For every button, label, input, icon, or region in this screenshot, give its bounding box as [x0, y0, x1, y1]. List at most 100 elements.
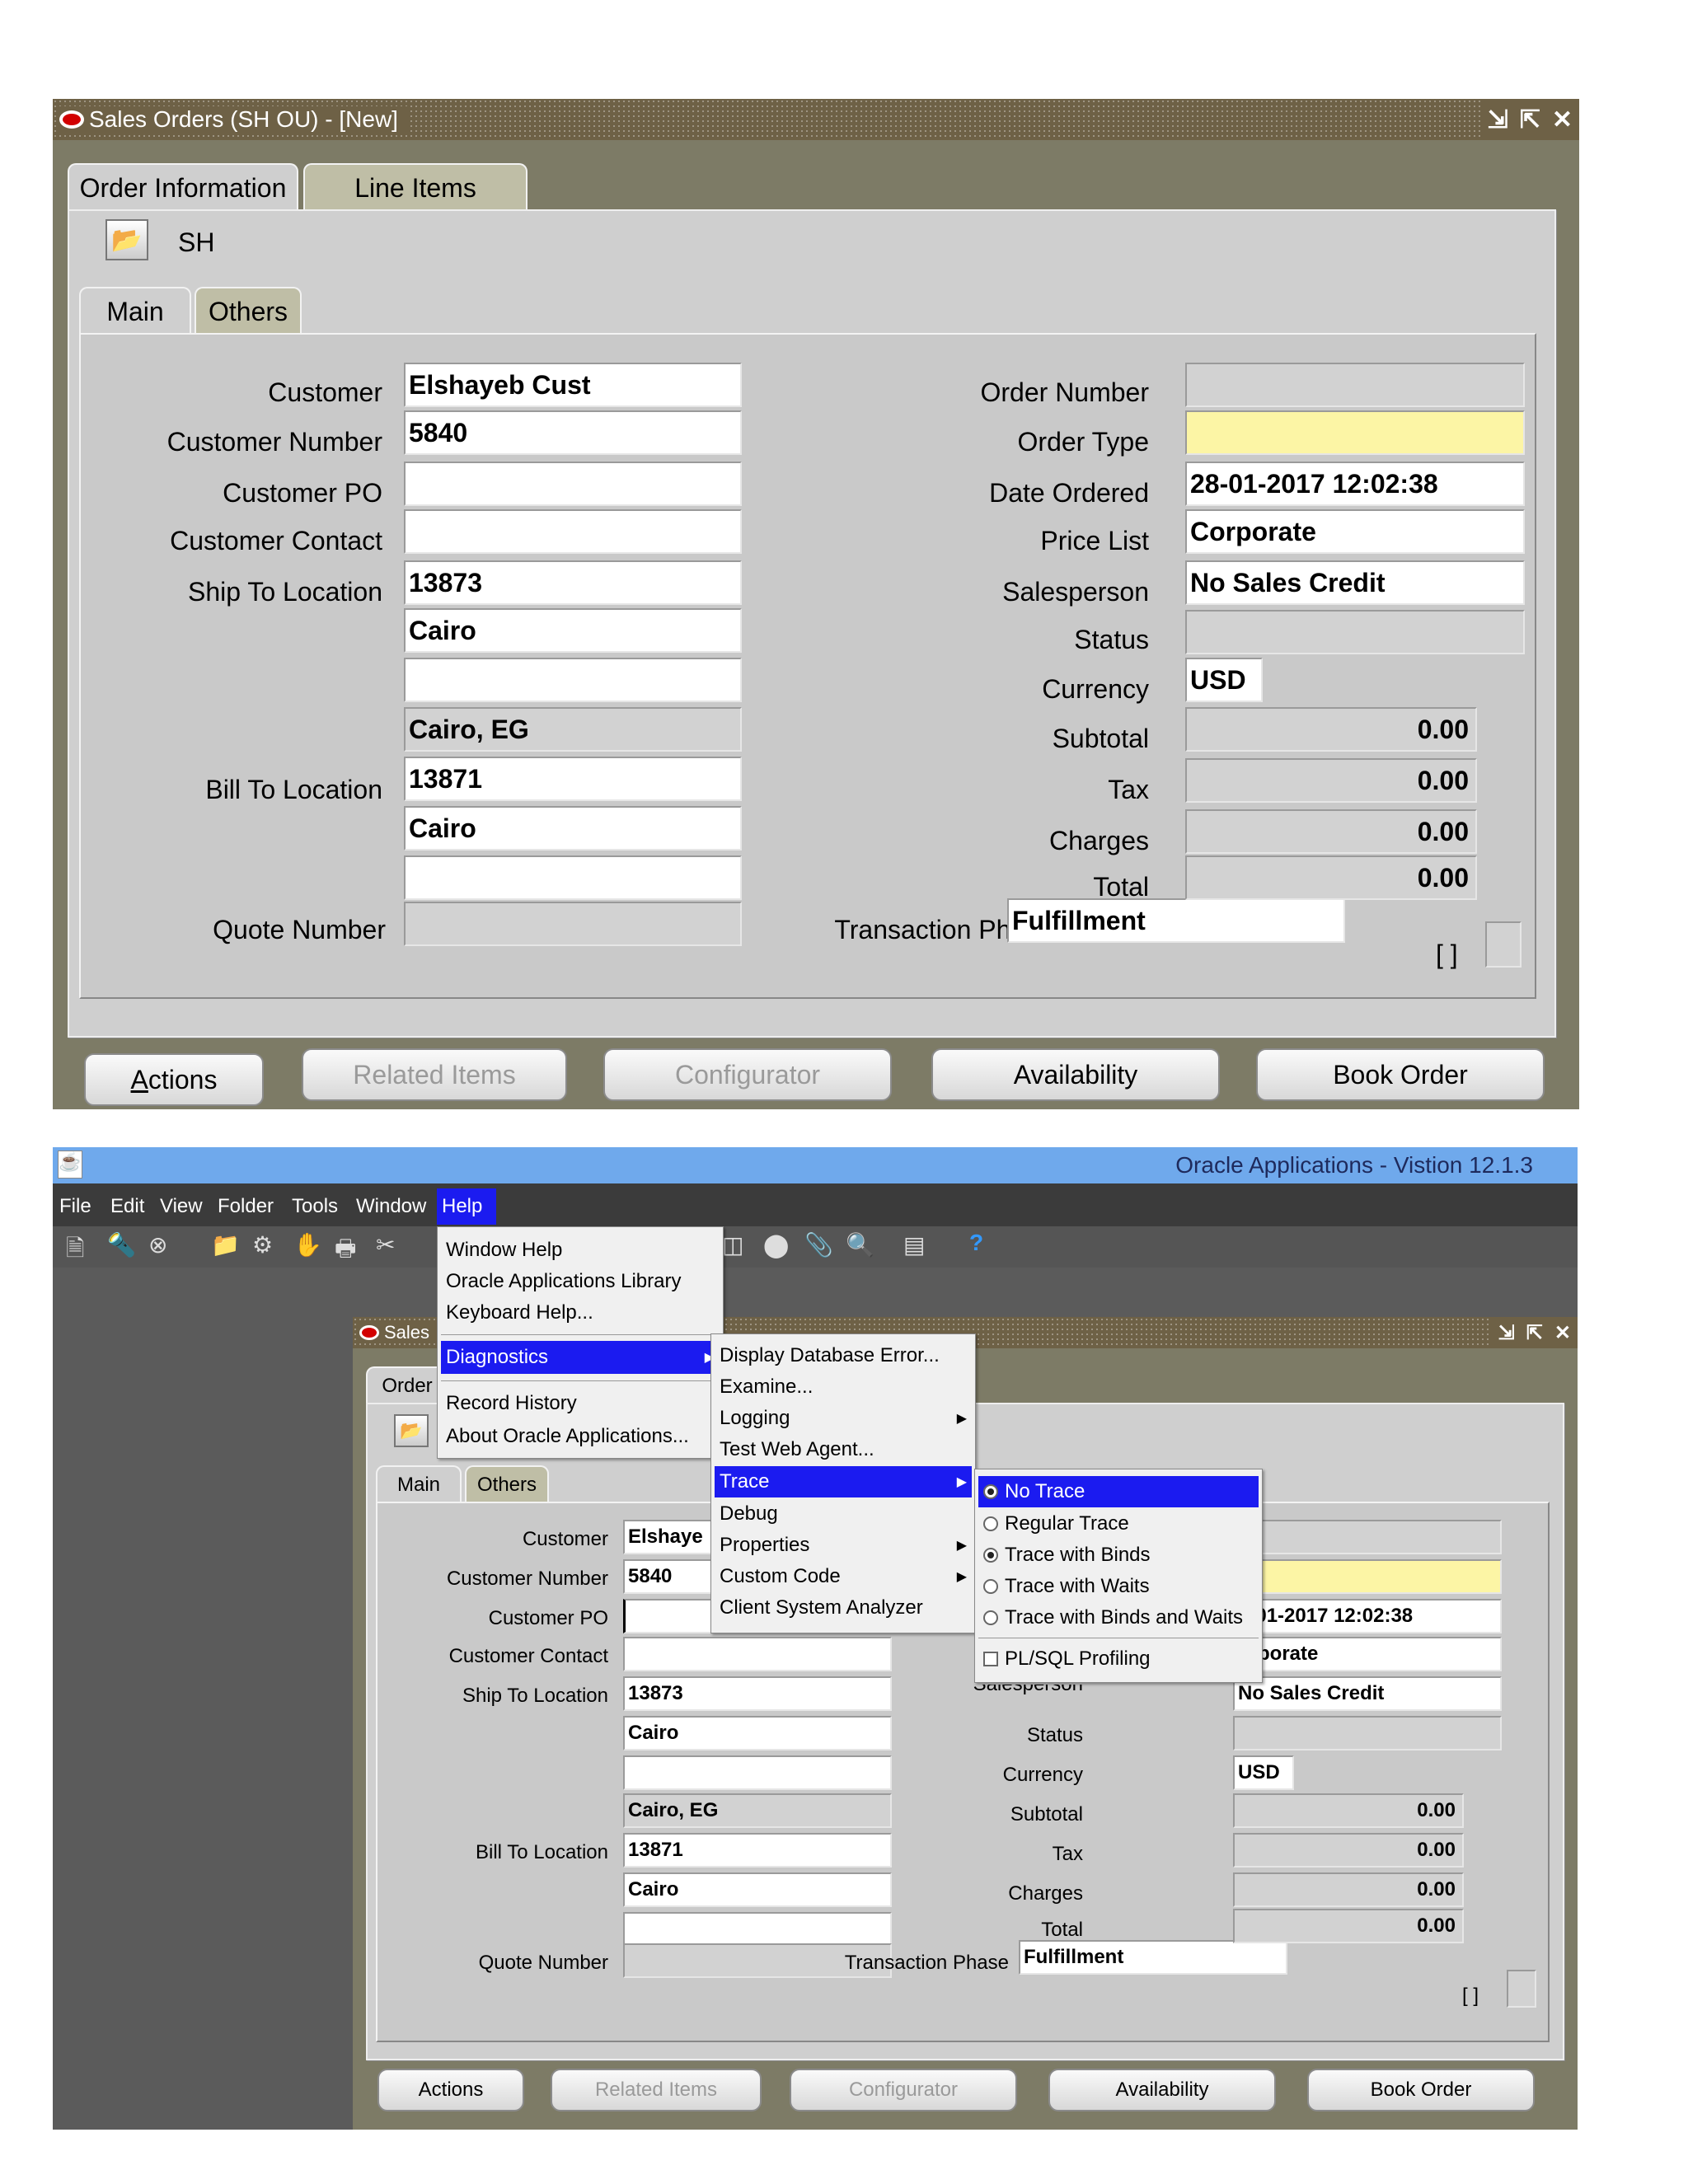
- order-type-field[interactable]: [1185, 410, 1525, 455]
- inner-availability-button[interactable]: Availability: [1048, 2069, 1276, 2111]
- inner-ship-line3-field[interactable]: [623, 1755, 892, 1790]
- customer-contact-field[interactable]: [404, 509, 742, 554]
- transaction-phase-field[interactable]: Fulfillment: [1007, 898, 1345, 943]
- trace-regular[interactable]: Regular Trace: [978, 1509, 1259, 1539]
- help-record-history[interactable]: Record History: [441, 1389, 720, 1418]
- inner-tab-order-information[interactable]: Order: [366, 1366, 448, 1404]
- menu-view[interactable]: View: [160, 1195, 203, 1218]
- minimize-icon[interactable]: ⇲: [1488, 105, 1508, 134]
- inner-currency-field[interactable]: USD: [1233, 1755, 1294, 1790]
- diag-display-db-error[interactable]: Display Database Error...: [715, 1341, 972, 1371]
- inner-subtab-main[interactable]: Main: [376, 1465, 462, 1503]
- find-icon[interactable]: 🔦: [107, 1231, 136, 1258]
- price-list-field[interactable]: Corporate: [1185, 509, 1525, 554]
- trace-with-binds[interactable]: Trace with Binds: [978, 1540, 1259, 1570]
- help-about[interactable]: About Oracle Applications...: [441, 1422, 720, 1451]
- subtab-main[interactable]: Main: [79, 287, 191, 335]
- descriptive-flexfield[interactable]: [1485, 921, 1522, 968]
- menu-help[interactable]: Help: [437, 1188, 496, 1225]
- diag-examine[interactable]: Examine...: [715, 1372, 972, 1402]
- inner-subtab-others[interactable]: Others: [465, 1465, 549, 1503]
- availability-button[interactable]: Availability: [931, 1048, 1220, 1101]
- inner-order-number-field: [1233, 1520, 1502, 1554]
- subtab-others[interactable]: Others: [195, 287, 302, 335]
- zoom-icon[interactable]: 🔍: [846, 1231, 874, 1258]
- book-order-button[interactable]: Book Order: [1256, 1048, 1545, 1101]
- customer-number-field[interactable]: 5840: [404, 410, 742, 455]
- bill-to-city-field[interactable]: Cairo: [404, 806, 742, 851]
- trace-with-waits[interactable]: Trace with Waits: [978, 1572, 1259, 1601]
- bill-to-line3-field[interactable]: [404, 855, 742, 900]
- close-form-icon[interactable]: ✂: [376, 1231, 395, 1258]
- inner-customer-contact-field[interactable]: [623, 1637, 892, 1671]
- inner-salesperson-field[interactable]: No Sales Credit: [1233, 1676, 1502, 1711]
- inner-maximize-icon[interactable]: ⇱: [1526, 1321, 1543, 1345]
- save-icon[interactable]: 📁: [211, 1231, 240, 1258]
- trace-no-trace[interactable]: No Trace: [978, 1476, 1259, 1507]
- date-ordered-field[interactable]: 28-01-2017 12:02:38: [1185, 462, 1525, 506]
- help-question-icon[interactable]: ?: [969, 1230, 983, 1256]
- translations-icon[interactable]: ◫: [722, 1231, 743, 1258]
- menu-edit[interactable]: Edit: [110, 1195, 144, 1218]
- salesperson-field[interactable]: No Sales Credit: [1185, 560, 1525, 605]
- new-icon[interactable]: 🗎: [66, 1231, 85, 1271]
- actions-button[interactable]: Actions: [84, 1053, 264, 1106]
- diag-custom-code[interactable]: Custom Code ▶: [715, 1562, 972, 1591]
- trace-plsql-profiling[interactable]: PL/SQL Profiling: [978, 1644, 1259, 1674]
- inner-customer-po-field[interactable]: [623, 1599, 712, 1633]
- menu-folder[interactable]: Folder: [218, 1195, 274, 1218]
- menu-tools[interactable]: Tools: [292, 1195, 338, 1218]
- next-step-icon[interactable]: ⚙: [252, 1231, 273, 1258]
- diag-test-web-agent[interactable]: Test Web Agent...: [715, 1435, 972, 1465]
- help-keyboard-help[interactable]: Keyboard Help...: [441, 1298, 720, 1328]
- inner-customer-number-field[interactable]: 5840: [623, 1559, 712, 1594]
- customer-field[interactable]: Elshayeb Cust: [404, 363, 742, 407]
- inner-bill-to-field[interactable]: 13871: [623, 1833, 892, 1868]
- inner-book-order-button[interactable]: Book Order: [1307, 2069, 1535, 2111]
- help-oracle-library[interactable]: Oracle Applications Library: [441, 1267, 720, 1296]
- ship-to-line3-field[interactable]: [404, 658, 742, 702]
- print-icon[interactable]: 🖶: [335, 1231, 356, 1271]
- folder-tools-icon[interactable]: ⬤: [763, 1231, 789, 1258]
- inner-price-list-field[interactable]: orporate: [1233, 1637, 1502, 1671]
- inner-actions-button[interactable]: Actions: [377, 2069, 524, 2111]
- inner-bill-line3-field[interactable]: [623, 1912, 892, 1947]
- inner-descriptive-flexfield[interactable]: [1507, 1970, 1536, 2008]
- close-icon[interactable]: ✕: [1552, 105, 1573, 134]
- folder-open-button[interactable]: 📂: [106, 219, 148, 260]
- inner-close-icon[interactable]: ✕: [1554, 1321, 1571, 1345]
- inner-ship-to-field[interactable]: 13873: [623, 1676, 892, 1711]
- ship-to-location-field[interactable]: 13873: [404, 560, 742, 605]
- menu-file[interactable]: File: [59, 1195, 91, 1218]
- oracle-apps-frame: ☕ Oracle Applications - Vistion 12.1.3 F…: [53, 1147, 1578, 2130]
- inner-bill-city-field[interactable]: Cairo: [623, 1872, 892, 1907]
- diag-debug[interactable]: Debug: [715, 1499, 972, 1529]
- customer-po-field[interactable]: [404, 462, 742, 506]
- menu-window[interactable]: Window: [356, 1195, 426, 1218]
- switch-responsibility-icon[interactable]: ✋: [293, 1231, 322, 1258]
- window-title-bar[interactable]: Sales Orders (SH OU) - [New] ⇲ ⇱ ✕: [53, 99, 1579, 140]
- bill-to-location-field[interactable]: 13871: [404, 757, 742, 801]
- maximize-icon[interactable]: ⇱: [1520, 105, 1540, 134]
- inner-folder-open-button[interactable]: 📂: [394, 1414, 429, 1447]
- inner-transaction-phase-field[interactable]: Fulfillment: [1019, 1940, 1287, 1975]
- inner-order-type-field[interactable]: [1233, 1559, 1502, 1594]
- diag-client-system-analyzer[interactable]: Client System Analyzer: [715, 1593, 972, 1623]
- inner-date-ordered-field[interactable]: 8-01-2017 12:02:38: [1233, 1599, 1502, 1633]
- help-window-help[interactable]: Window Help: [441, 1235, 720, 1265]
- currency-field[interactable]: USD: [1185, 658, 1263, 702]
- diag-properties[interactable]: Properties ▶: [715, 1530, 972, 1560]
- summary-detail-icon[interactable]: ▤: [903, 1231, 925, 1258]
- tab-line-items[interactable]: Line Items: [303, 163, 528, 211]
- diag-trace[interactable]: Trace ▶: [715, 1466, 972, 1497]
- ship-to-city-field[interactable]: Cairo: [404, 608, 742, 653]
- inner-ship-city-field[interactable]: Cairo: [623, 1716, 892, 1750]
- help-diagnostics[interactable]: Diagnostics ▶: [441, 1341, 720, 1374]
- trace-binds-and-waits[interactable]: Trace with Binds and Waits: [978, 1603, 1259, 1633]
- inner-minimize-icon[interactable]: ⇲: [1498, 1321, 1515, 1345]
- diag-logging[interactable]: Logging ▶: [715, 1404, 972, 1433]
- attachments-icon[interactable]: 📎: [804, 1231, 833, 1258]
- inner-customer-field[interactable]: Elshaye: [623, 1520, 712, 1554]
- tab-order-information[interactable]: Order Information: [68, 163, 298, 211]
- navigator-icon[interactable]: ⊗: [148, 1231, 167, 1258]
